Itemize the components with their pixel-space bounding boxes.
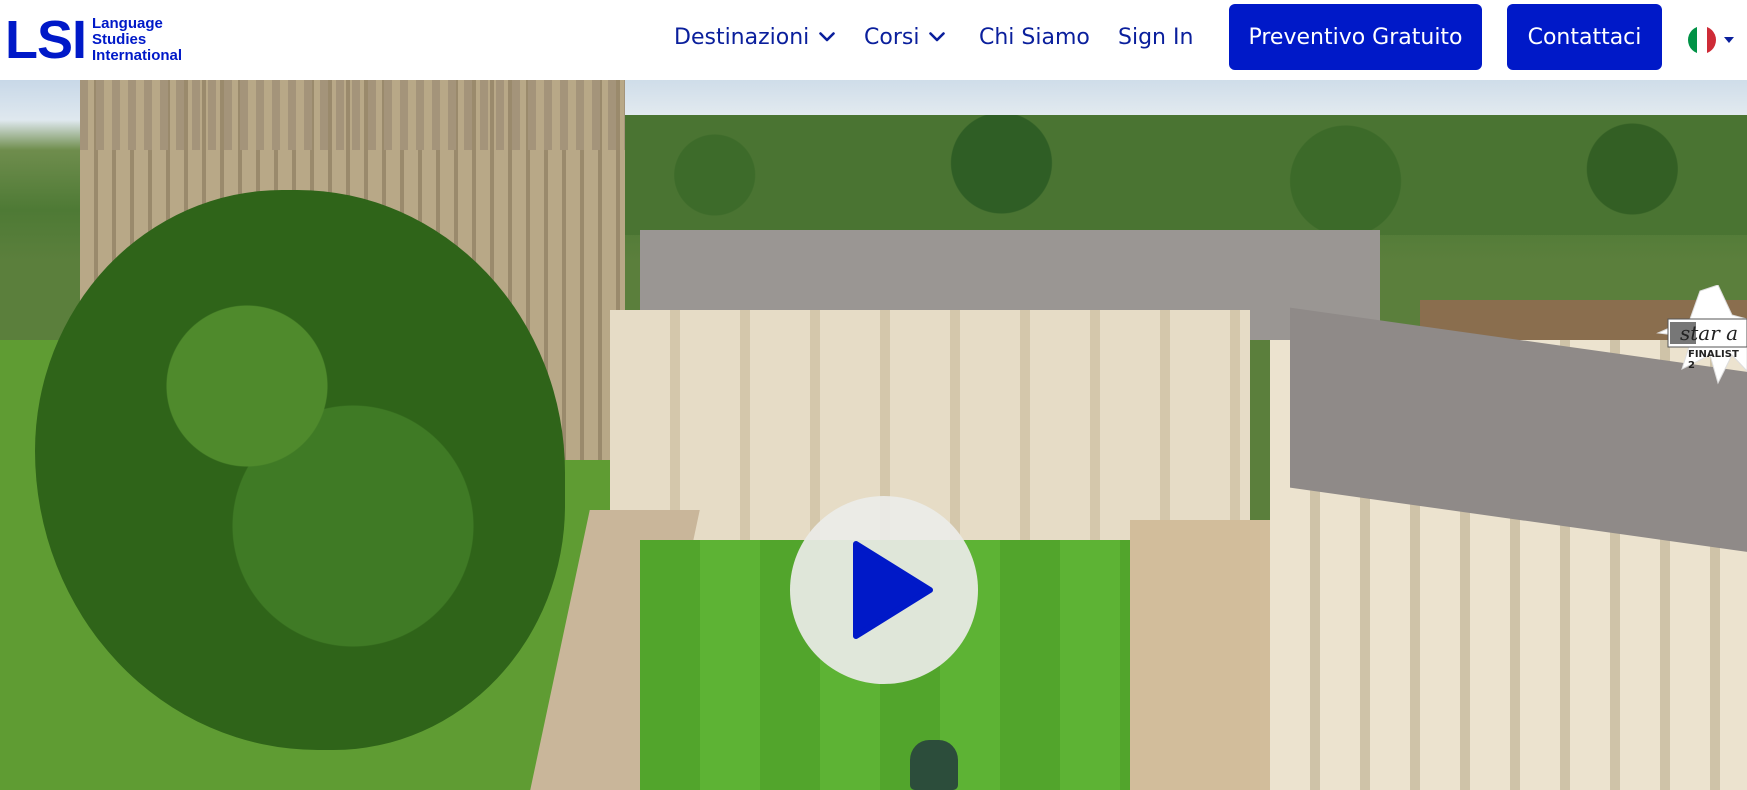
site-header: LSI Language Studies International Desti… <box>0 0 1747 80</box>
play-icon <box>853 541 933 639</box>
nav-sign-in-label: Sign In <box>1118 24 1194 50</box>
award-sub: FINALIST 2 <box>1688 349 1739 371</box>
chevron-down-icon <box>929 32 946 42</box>
free-quote-button[interactable]: Preventivo Gratuito <box>1229 4 1482 70</box>
free-quote-label: Preventivo Gratuito <box>1248 24 1463 50</box>
hero-treeline <box>600 115 1747 235</box>
logo-line-2: Studies <box>92 31 147 48</box>
italian-flag-icon <box>1688 26 1716 54</box>
logo-line-3: International <box>92 47 183 64</box>
nav-about-label: Chi Siamo <box>979 24 1090 50</box>
hero-chapel-spires <box>80 80 625 150</box>
contact-button[interactable]: Contattaci <box>1507 4 1662 70</box>
logo-line-1: Language <box>92 15 163 32</box>
award-label: star a <box>1680 321 1739 345</box>
nav-courses-label: Corsi <box>864 24 920 50</box>
nav-sign-in[interactable]: Sign In <box>1118 0 1193 74</box>
caret-down-icon <box>1724 37 1734 43</box>
nav-about[interactable]: Chi Siamo <box>979 0 1090 74</box>
hero-video[interactable]: star a FINALIST 2 <box>0 80 1747 790</box>
play-button[interactable] <box>790 496 978 684</box>
logo-text: Language Studies International <box>92 16 182 64</box>
language-selector[interactable] <box>1688 26 1734 54</box>
nav-destinations-label: Destinazioni <box>674 24 810 50</box>
nav-courses[interactable]: Corsi <box>864 0 946 74</box>
nav-destinations[interactable]: Destinazioni <box>674 0 836 74</box>
hero-urn <box>910 740 958 790</box>
logo-mark: LSI <box>5 10 87 70</box>
chevron-down-icon <box>819 32 836 42</box>
lsi-logo[interactable]: LSI Language Studies International <box>5 10 182 70</box>
contact-label: Contattaci <box>1527 24 1642 50</box>
award-badge: star a FINALIST 2 <box>1640 285 1747 385</box>
